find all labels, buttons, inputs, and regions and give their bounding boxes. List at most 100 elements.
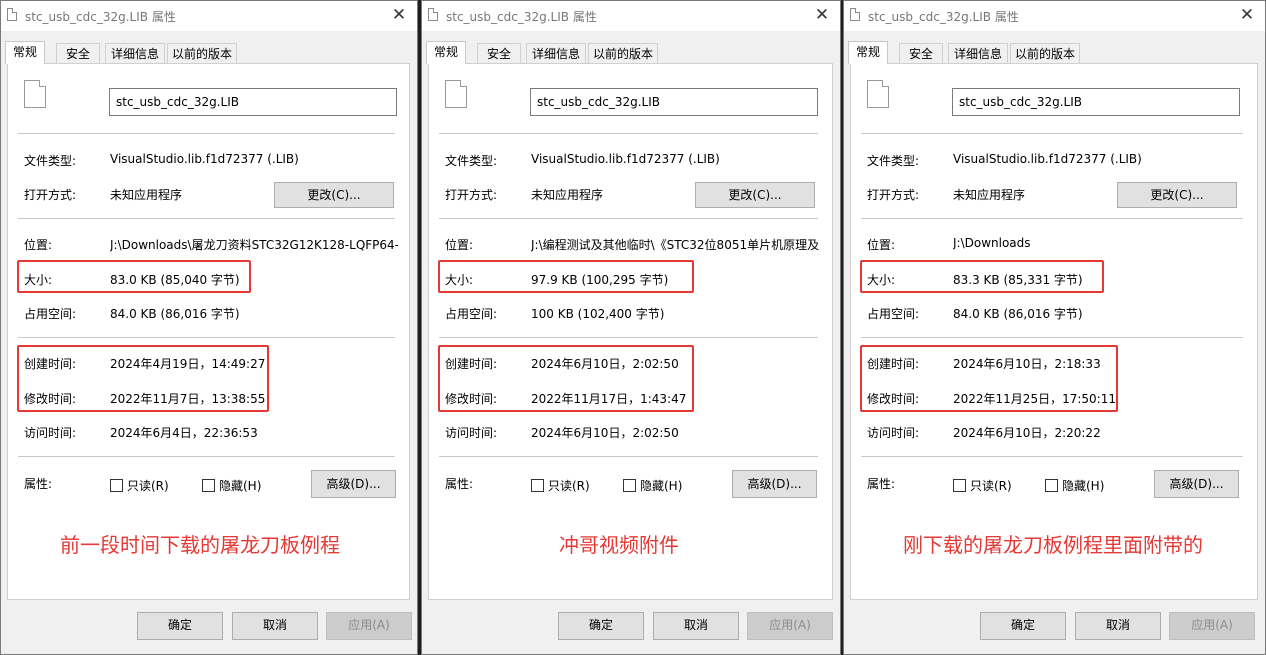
change-button[interactable]: 更改(C)...	[695, 182, 815, 208]
divider	[18, 133, 395, 134]
file-type-label: 文件类型:	[867, 154, 920, 168]
readonly-label: 只读(R)	[127, 479, 169, 493]
location-value: J:\Downloads	[953, 236, 1031, 250]
readonly-checkbox[interactable]: 只读(R)	[110, 477, 169, 494]
location-value: J:\编程测试及其他临时\《STC32位8051单片机原理及	[531, 238, 819, 252]
modified-value: 2022年11月17日，1:43:47	[531, 392, 687, 406]
attributes-label: 属性:	[24, 477, 53, 491]
tab-general[interactable]: 常规	[848, 41, 888, 64]
open-with-label: 打开方式:	[867, 188, 920, 202]
divider	[18, 456, 395, 457]
attributes-label: 属性:	[867, 477, 896, 491]
hidden-checkbox[interactable]: 隐藏(H)	[623, 477, 682, 494]
general-panel: 文件类型: VisualStudio.lib.f1d72377 (.LIB) 打…	[428, 63, 833, 600]
open-with-label: 打开方式:	[445, 188, 498, 202]
annotation-caption: 前一段时间下载的屠龙刀板例程	[60, 533, 340, 557]
attributes-label: 属性:	[445, 477, 474, 491]
properties-dialog-3: stc_usb_cdc_32g.LIB 属性 ✕ 常规 安全 详细信息 以前的版…	[843, 0, 1266, 655]
filename-input[interactable]	[530, 88, 818, 116]
close-button[interactable]: ✕	[1237, 5, 1257, 25]
ok-button[interactable]: 确定	[137, 612, 223, 640]
readonly-checkbox[interactable]: 只读(R)	[531, 477, 590, 494]
tab-security[interactable]: 安全	[56, 43, 100, 63]
window-title: stc_usb_cdc_32g.LIB 属性	[25, 10, 176, 24]
created-label: 创建时间:	[867, 357, 920, 371]
tab-previous-versions[interactable]: 以前的版本	[588, 43, 658, 63]
cancel-button[interactable]: 取消	[1075, 612, 1161, 640]
advanced-button[interactable]: 高级(D)...	[1154, 470, 1239, 498]
change-button[interactable]: 更改(C)...	[1117, 182, 1237, 208]
tab-details[interactable]: 详细信息	[105, 43, 165, 63]
divider	[861, 133, 1243, 134]
ok-button[interactable]: 确定	[558, 612, 644, 640]
change-button[interactable]: 更改(C)...	[274, 182, 394, 208]
advanced-button[interactable]: 高级(D)...	[732, 470, 817, 498]
file-icon	[850, 8, 860, 21]
tab-previous-versions[interactable]: 以前的版本	[167, 43, 237, 63]
title-bar: stc_usb_cdc_32g.LIB 属性 ✕	[422, 1, 840, 31]
filename-input[interactable]	[109, 88, 397, 116]
size-label: 大小:	[867, 273, 896, 287]
accessed-label: 访问时间:	[445, 426, 498, 440]
close-button[interactable]: ✕	[812, 5, 832, 25]
checkbox-box[interactable]	[953, 479, 966, 492]
checkbox-box[interactable]	[1045, 479, 1058, 492]
tab-security[interactable]: 安全	[899, 43, 943, 63]
cancel-button[interactable]: 取消	[232, 612, 318, 640]
location-label: 位置:	[445, 238, 474, 252]
size-label: 大小:	[24, 273, 53, 287]
modified-value: 2022年11月25日，17:50:11	[953, 392, 1116, 406]
created-value: 2024年6月10日，2:18:33	[953, 357, 1101, 371]
location-value: J:\Downloads\屠龙刀资料STC32G12K128-LQFP64-I	[110, 238, 398, 252]
location-label: 位置:	[24, 238, 53, 252]
checkbox-box[interactable]	[110, 479, 123, 492]
apply-button[interactable]: 应用(A)	[747, 612, 833, 640]
accessed-value: 2024年6月10日，2:20:22	[953, 426, 1101, 440]
close-button[interactable]: ✕	[389, 5, 409, 25]
window-title: stc_usb_cdc_32g.LIB 属性	[446, 10, 597, 24]
readonly-label: 只读(R)	[970, 479, 1012, 493]
checkbox-box[interactable]	[202, 479, 215, 492]
tab-previous-versions[interactable]: 以前的版本	[1010, 43, 1080, 63]
apply-button[interactable]: 应用(A)	[326, 612, 412, 640]
disk-size-value: 84.0 KB (86,016 字节)	[110, 307, 240, 321]
divider	[861, 218, 1243, 219]
open-with-value: 未知应用程序	[953, 188, 1026, 202]
modified-label: 修改时间:	[445, 392, 498, 406]
tab-details[interactable]: 详细信息	[948, 43, 1008, 63]
file-type-label: 文件类型:	[445, 154, 498, 168]
apply-button[interactable]: 应用(A)	[1169, 612, 1255, 640]
checkbox-box[interactable]	[623, 479, 636, 492]
created-value: 2024年4月19日，14:49:27	[110, 357, 266, 371]
ok-button[interactable]: 确定	[980, 612, 1066, 640]
readonly-label: 只读(R)	[548, 479, 590, 493]
cancel-button[interactable]: 取消	[653, 612, 739, 640]
title-bar: stc_usb_cdc_32g.LIB 属性 ✕	[844, 1, 1265, 31]
advanced-button[interactable]: 高级(D)...	[311, 470, 396, 498]
hidden-label: 隐藏(H)	[1062, 479, 1105, 493]
location-label: 位置:	[867, 238, 896, 252]
disk-size-value: 84.0 KB (86,016 字节)	[953, 307, 1083, 321]
file-type-value: VisualStudio.lib.f1d72377 (.LIB)	[531, 152, 720, 166]
checkbox-box[interactable]	[531, 479, 544, 492]
size-label: 大小:	[445, 273, 474, 287]
document-icon	[445, 80, 467, 108]
open-with-value: 未知应用程序	[531, 188, 604, 202]
hidden-checkbox[interactable]: 隐藏(H)	[202, 477, 261, 494]
tab-general[interactable]: 常规	[426, 41, 466, 64]
hidden-checkbox[interactable]: 隐藏(H)	[1045, 477, 1104, 494]
tab-general[interactable]: 常规	[5, 41, 45, 64]
open-with-label: 打开方式:	[24, 188, 77, 202]
annotation-caption: 冲哥视频附件	[559, 533, 679, 557]
divider	[861, 456, 1243, 457]
properties-dialog-2: stc_usb_cdc_32g.LIB 属性 ✕ 常规 安全 详细信息 以前的版…	[421, 0, 841, 655]
divider	[18, 218, 395, 219]
tab-details[interactable]: 详细信息	[526, 43, 586, 63]
filename-input[interactable]	[952, 88, 1240, 116]
divider	[861, 337, 1243, 338]
general-panel: 文件类型: VisualStudio.lib.f1d72377 (.LIB) 打…	[7, 63, 410, 600]
tab-security[interactable]: 安全	[477, 43, 521, 63]
size-value: 83.3 KB (85,331 字节)	[953, 273, 1083, 287]
readonly-checkbox[interactable]: 只读(R)	[953, 477, 1012, 494]
created-label: 创建时间:	[445, 357, 498, 371]
